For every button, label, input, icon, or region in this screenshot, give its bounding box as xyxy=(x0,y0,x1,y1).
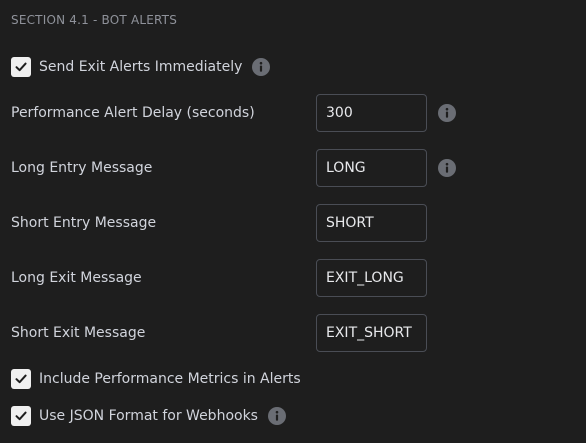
long-entry-message-label: Long Entry Message xyxy=(11,160,153,176)
short-exit-message-row: Short Exit Message xyxy=(0,314,586,352)
checkmark-icon xyxy=(15,62,27,72)
info-icon[interactable] xyxy=(267,407,286,425)
send-exit-alerts-label[interactable]: Send Exit Alerts Immediately xyxy=(39,59,242,75)
include-performance-metrics-row: Include Performance Metrics in Alerts xyxy=(11,368,301,390)
long-exit-message-row: Long Exit Message xyxy=(0,259,586,297)
short-entry-message-label: Short Entry Message xyxy=(11,215,157,231)
send-exit-alerts-checkbox[interactable] xyxy=(11,57,31,77)
send-exit-alerts-row: Send Exit Alerts Immediately xyxy=(11,56,271,78)
long-exit-message-input[interactable] xyxy=(316,259,427,297)
long-exit-message-label: Long Exit Message xyxy=(11,270,142,286)
performance-alert-delay-label: Performance Alert Delay (seconds) xyxy=(11,105,255,121)
info-icon[interactable] xyxy=(438,104,456,122)
info-icon[interactable] xyxy=(252,58,271,76)
use-json-format-label[interactable]: Use JSON Format for Webhooks xyxy=(39,408,258,424)
performance-alert-delay-input[interactable] xyxy=(316,94,427,132)
short-exit-message-input[interactable] xyxy=(316,314,427,352)
use-json-format-row: Use JSON Format for Webhooks xyxy=(11,405,286,427)
section-title: SECTION 4.1 - BOT ALERTS xyxy=(11,13,178,27)
include-performance-metrics-checkbox[interactable] xyxy=(11,369,31,389)
include-performance-metrics-label[interactable]: Include Performance Metrics in Alerts xyxy=(39,371,301,387)
short-exit-message-label: Short Exit Message xyxy=(11,325,146,341)
short-entry-message-input[interactable] xyxy=(316,204,427,242)
short-entry-message-row: Short Entry Message xyxy=(0,204,586,242)
info-icon[interactable] xyxy=(438,159,456,177)
checkmark-icon xyxy=(15,411,27,421)
checkmark-icon xyxy=(15,374,27,384)
long-entry-message-input[interactable] xyxy=(316,149,427,187)
use-json-format-checkbox[interactable] xyxy=(11,406,31,426)
long-entry-message-row: Long Entry Message xyxy=(0,149,586,187)
performance-alert-delay-row: Performance Alert Delay (seconds) xyxy=(0,94,586,132)
